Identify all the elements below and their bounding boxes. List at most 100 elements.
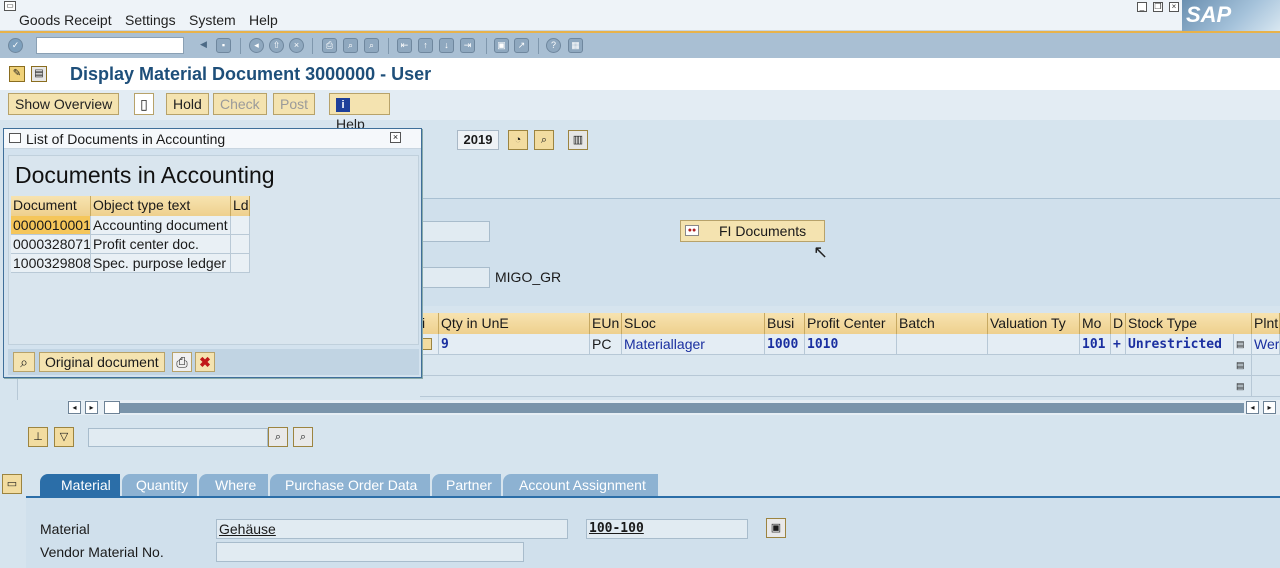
menu-system[interactable]: System xyxy=(189,12,236,28)
ld-cell[interactable] xyxy=(231,235,250,254)
material-label: Material xyxy=(40,521,90,537)
find-icon[interactable]: ⌕ xyxy=(343,38,358,53)
cancel-icon[interactable]: × xyxy=(289,38,304,53)
tab-purchase-order-data[interactable]: Purchase Order Data xyxy=(270,474,430,496)
ld-cell[interactable] xyxy=(231,216,250,235)
table-row[interactable]: 9 PC Materiallager 1000 1010 101 + Unres… xyxy=(420,334,1280,355)
scroll-last-icon[interactable]: ▸ xyxy=(1263,401,1276,414)
grid-header[interactable]: Batch xyxy=(897,313,988,334)
dropdown-icon[interactable]: ▤ xyxy=(1234,376,1252,397)
application-toolbar: Show Overview ▯ Hold Check Post iHelp xyxy=(0,90,1280,132)
grid-header[interactable]: Valuation Ty xyxy=(988,313,1080,334)
popup-body: Documents in Accounting Document Object … xyxy=(8,155,419,345)
exit-icon[interactable]: ⇧ xyxy=(269,38,284,53)
menu-help[interactable]: Help xyxy=(249,12,278,28)
enter-icon[interactable]: ✓ xyxy=(8,38,23,53)
print-icon[interactable]: ⎙ xyxy=(322,38,337,53)
execute-icon[interactable]: ◔ xyxy=(508,130,528,150)
object-type-cell[interactable]: Spec. purpose ledger xyxy=(91,254,231,273)
hold-button[interactable]: Hold xyxy=(166,93,209,115)
grid-header[interactable]: Qty in UnE xyxy=(439,313,590,334)
layout-menu-icon[interactable]: ▦ xyxy=(568,38,583,53)
object-type-cell[interactable]: Accounting document xyxy=(91,216,231,235)
vendor-material-field[interactable] xyxy=(216,542,524,562)
choose-icon[interactable]: ⌕ xyxy=(13,352,35,372)
tab-partner[interactable]: Partner xyxy=(432,474,501,496)
cancel-icon[interactable]: ✖ xyxy=(195,352,215,372)
tab-material[interactable]: Material xyxy=(40,474,120,496)
shortcut-icon[interactable]: ↗ xyxy=(514,38,529,53)
grid-header[interactable]: SLoc xyxy=(622,313,765,334)
year-field[interactable]: 2019 xyxy=(457,130,499,150)
tab-account-assignment[interactable]: Account Assignment xyxy=(503,474,658,496)
column-header-document[interactable]: Document xyxy=(11,196,91,216)
help-button[interactable]: iHelp xyxy=(329,93,390,132)
last-page-icon[interactable]: ⇥ xyxy=(460,38,475,53)
first-page-icon[interactable]: ⇤ xyxy=(397,38,412,53)
grid-cell-stock-type: Unrestricted xyxy=(1126,334,1234,355)
back-arrow-icon[interactable]: ◀ xyxy=(196,38,211,53)
grid-header[interactable]: i xyxy=(420,313,439,334)
print-icon[interactable]: ⎙ xyxy=(172,352,192,372)
horizontal-scrollbar[interactable]: ◂ ▸ ◂ ▸ xyxy=(68,400,1280,415)
minimize-icon[interactable]: _ xyxy=(1137,2,1147,12)
menu-goods-receipt[interactable]: Goods Receipt xyxy=(19,12,112,28)
scroll-track[interactable] xyxy=(120,403,1244,413)
show-overview-button[interactable]: Show Overview xyxy=(8,93,120,115)
column-header-ld[interactable]: Ld xyxy=(231,196,250,216)
document-cell[interactable]: 0000010001 xyxy=(11,216,91,235)
find-next-icon[interactable]: ⌕ xyxy=(364,38,379,53)
back-icon[interactable]: ◂ xyxy=(249,38,264,53)
help-icon[interactable]: ? xyxy=(546,38,561,53)
restore-icon[interactable]: ❐ xyxy=(1153,2,1163,12)
previous-page-icon[interactable]: ↑ xyxy=(418,38,433,53)
find-icon[interactable]: ⌕ xyxy=(268,427,288,447)
fi-documents-button[interactable]: ●● FI Documents xyxy=(680,220,825,242)
grid-header[interactable]: EUn xyxy=(590,313,622,334)
scroll-left-icon[interactable]: ▸ xyxy=(85,401,98,414)
ld-cell[interactable] xyxy=(231,254,250,273)
dropdown-icon[interactable]: ▤ xyxy=(1234,334,1252,355)
command-field[interactable] xyxy=(36,37,184,54)
binoculars-icon[interactable]: ⌕ xyxy=(534,130,554,150)
original-document-button[interactable]: Original document xyxy=(39,352,165,372)
popup-close-icon[interactable]: × xyxy=(390,132,401,143)
close-icon[interactable]: × xyxy=(1169,2,1179,12)
scroll-first-icon[interactable]: ◂ xyxy=(68,401,81,414)
tab-quantity[interactable]: Quantity xyxy=(122,474,197,496)
table-row[interactable]: ▤ xyxy=(420,355,1280,376)
next-page-icon[interactable]: ↓ xyxy=(439,38,454,53)
filter-icon[interactable]: ▽ xyxy=(54,427,74,447)
grid-header[interactable]: Profit Center xyxy=(805,313,897,334)
table-settings-icon[interactable]: ▥ xyxy=(568,130,588,150)
column-header-object-type[interactable]: Object type text xyxy=(91,196,231,216)
table-row[interactable]: ▤ xyxy=(420,376,1280,397)
new-session-icon[interactable]: ▣ xyxy=(494,38,509,53)
material-number-field[interactable]: 100-100 xyxy=(586,519,748,539)
new-document-icon[interactable]: ▯ xyxy=(134,93,154,115)
find-next-icon[interactable]: ⌕ xyxy=(293,427,313,447)
menu-settings[interactable]: Settings xyxy=(125,12,176,28)
grid-cell-eun: PC xyxy=(590,334,622,355)
object-type-cell[interactable]: Profit center doc. xyxy=(91,235,231,254)
expand-rows-icon[interactable]: ⊥ xyxy=(28,427,48,447)
scroll-thumb[interactable] xyxy=(104,401,120,414)
tab-where[interactable]: Where xyxy=(199,474,268,496)
document-cell[interactable]: 0000328071 xyxy=(11,235,91,254)
grid-header[interactable]: Busi xyxy=(765,313,805,334)
grid-header[interactable]: Stock Type xyxy=(1126,313,1252,334)
display-change-icon[interactable]: ✎ xyxy=(9,66,25,82)
grid-header[interactable]: D xyxy=(1111,313,1126,334)
save-icon[interactable]: ▪ xyxy=(216,38,231,53)
collapse-detail-icon[interactable]: ▭ xyxy=(2,474,22,494)
grid-header[interactable]: Mo xyxy=(1080,313,1111,334)
document-cell[interactable]: 1000329808 xyxy=(11,254,91,273)
scroll-right-icon[interactable]: ◂ xyxy=(1246,401,1259,414)
search-input[interactable] xyxy=(88,428,268,447)
material-lookup-icon[interactable]: ▣ xyxy=(766,518,786,538)
document-icon[interactable]: ▤ xyxy=(31,66,47,82)
dropdown-icon[interactable]: ▤ xyxy=(1234,355,1252,376)
grid-header[interactable]: Plnt xyxy=(1252,313,1280,334)
system-menu-icon[interactable]: ▭ xyxy=(4,1,16,11)
material-description-field[interactable]: Gehäuse xyxy=(216,519,568,539)
